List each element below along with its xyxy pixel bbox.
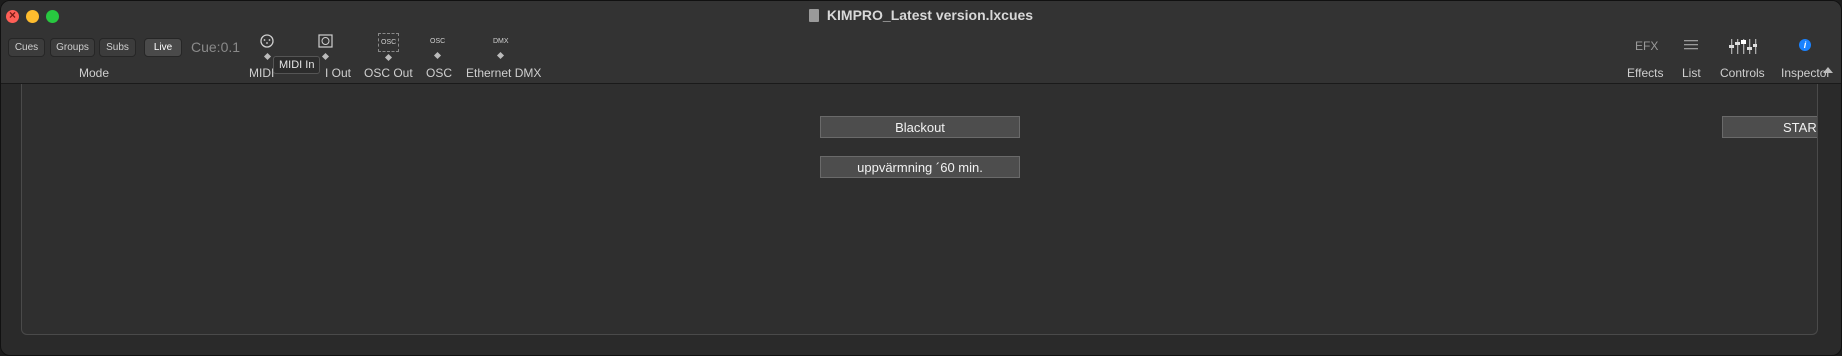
osc-out-glyph: OSC	[378, 33, 400, 52]
effects-icon[interactable]: EFX	[1635, 39, 1658, 53]
window-title: KIMPRO_Latest version.lxcues	[1, 7, 1841, 23]
mode-cues-button[interactable]: Cues	[8, 38, 45, 57]
mode-subs-button[interactable]: Subs	[99, 38, 136, 57]
list-label: List	[1682, 66, 1701, 80]
midi-in-label: MIDI	[249, 66, 275, 80]
cue-indicator: Cue:0.1	[191, 39, 241, 55]
midi-out-connector-icon	[318, 34, 333, 48]
midi-out-icon[interactable]	[317, 33, 334, 61]
cue-button-blackout[interactable]: Blackout	[820, 116, 1020, 138]
ethernet-dmx-label: Ethernet DMX	[466, 66, 542, 80]
inspector-icon[interactable]: i	[1799, 39, 1811, 51]
document-icon	[808, 9, 819, 22]
midi-in-tooltip: MIDI In	[273, 56, 321, 74]
ethernet-dmx-icon[interactable]: DMX	[493, 33, 509, 60]
cue-button-warmup[interactable]: uppvärmning ´60 min.	[820, 156, 1020, 178]
effects-label: Effects	[1627, 66, 1664, 80]
osc-label: OSC	[426, 66, 453, 80]
controls-label: Controls	[1720, 66, 1765, 80]
mode-groups-button[interactable]: Groups	[50, 38, 95, 57]
cue-button-start[interactable]: STAR	[1722, 116, 1817, 138]
scroll-up-arrow[interactable]	[1823, 67, 1833, 73]
osc-icon[interactable]: OSC	[430, 33, 446, 60]
midi-out-label: I Out	[325, 66, 352, 80]
osc-glyph: OSC	[430, 38, 446, 45]
window-title-text: KIMPRO_Latest version.lxcues	[826, 7, 1034, 23]
live-cue-panel: Blackout uppvärmning ´60 min. STAR	[21, 84, 1818, 335]
toolbar: KIMPRO_Latest version.lxcues Cues Groups…	[1, 1, 1841, 84]
mode-live-button[interactable]: Live	[144, 38, 182, 57]
midi-in-icon[interactable]	[259, 33, 275, 61]
osc-out-label: OSC Out	[364, 66, 413, 80]
mode-label: Mode	[79, 66, 110, 80]
dmx-glyph: DMX	[493, 38, 509, 45]
list-icon[interactable]	[1684, 39, 1698, 54]
controls-icon[interactable]	[1729, 39, 1757, 57]
midi-connector-icon	[260, 34, 274, 48]
osc-out-icon[interactable]: OSC	[378, 33, 400, 62]
app-window: KIMPRO_Latest version.lxcues Cues Groups…	[0, 0, 1842, 356]
